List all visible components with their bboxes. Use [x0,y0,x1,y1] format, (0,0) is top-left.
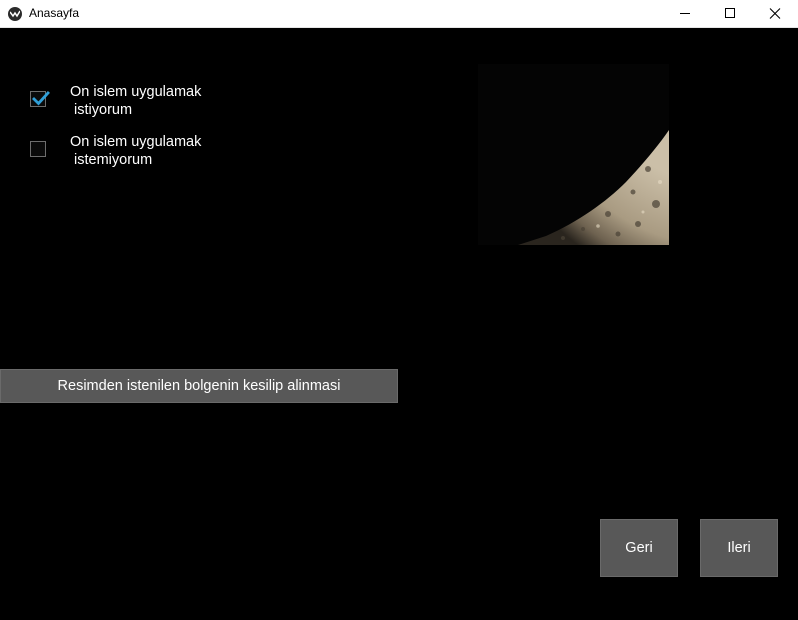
option-label-apply: On islem uygulamak istiyorum [70,84,202,118]
maximize-button[interactable] [707,0,753,28]
checkbox-apply[interactable] [30,91,50,107]
crop-region-button[interactable]: Resimden istenilen bolgenin kesilip alin… [0,369,398,403]
close-icon [769,8,781,19]
back-button[interactable]: Geri [600,519,678,577]
option-label-skip: On islem uygulamak istemiyorum [70,134,202,168]
main-content: On islem uygulamak istiyorum On islem uy… [0,29,798,620]
title-bar: Anasayfa [0,0,798,28]
maximize-icon [725,8,735,18]
window-title: Anasayfa [29,6,80,20]
close-button[interactable] [752,0,798,28]
next-button[interactable]: Ileri [700,519,778,577]
moon-image [478,64,669,245]
minimize-button[interactable] [662,0,708,28]
checkmark-icon [32,91,50,106]
app-icon [8,7,22,21]
checkbox-skip[interactable] [30,141,46,157]
minimize-icon [680,13,690,14]
